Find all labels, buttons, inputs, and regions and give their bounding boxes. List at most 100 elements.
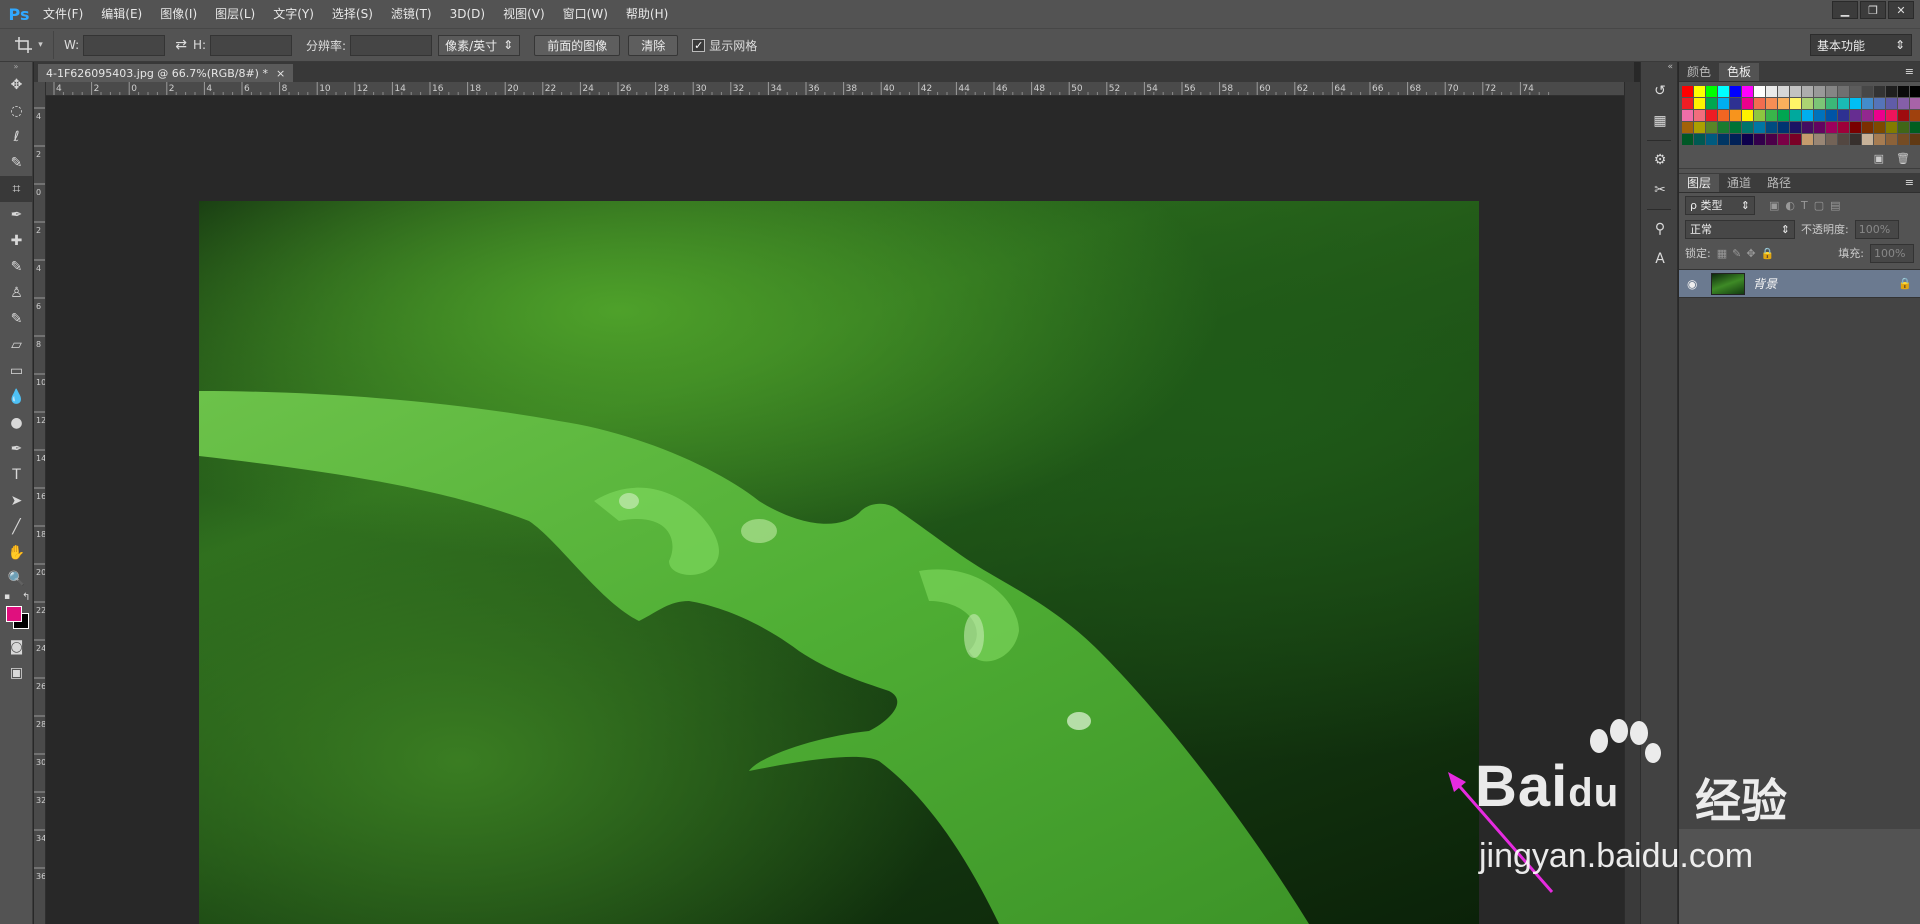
history-icon[interactable]: ↺ — [1641, 76, 1679, 106]
minimize-button[interactable]: ▁ — [1832, 1, 1858, 19]
swatch[interactable] — [1790, 110, 1801, 121]
swatch[interactable] — [1682, 110, 1693, 121]
swatch[interactable] — [1718, 98, 1729, 109]
collapse-icon[interactable]: » — [0, 62, 32, 72]
swatch[interactable] — [1886, 110, 1897, 121]
swatch[interactable] — [1778, 110, 1789, 121]
swatch[interactable] — [1742, 122, 1753, 133]
swatch[interactable] — [1874, 86, 1885, 97]
unit-select[interactable]: 像素/英寸 ⇕ — [438, 34, 521, 56]
swatch[interactable] — [1826, 110, 1837, 121]
swatch[interactable] — [1886, 122, 1897, 133]
swatch[interactable] — [1826, 134, 1837, 145]
width-input[interactable] — [83, 34, 166, 56]
close-tab-icon[interactable]: × — [276, 67, 285, 80]
menu-item-5[interactable]: 选择(S) — [323, 0, 382, 28]
swatch[interactable] — [1790, 98, 1801, 109]
swatch[interactable] — [1910, 122, 1920, 133]
menu-item-6[interactable]: 滤镜(T) — [382, 0, 441, 28]
swatch[interactable] — [1766, 86, 1777, 97]
swatch[interactable] — [1790, 86, 1801, 97]
tab-color[interactable]: 颜色 — [1679, 63, 1719, 81]
opacity-input[interactable]: 100% — [1854, 219, 1899, 239]
swatch[interactable] — [1766, 98, 1777, 109]
line-icon[interactable]: ╱ — [0, 514, 33, 540]
swatch[interactable] — [1802, 122, 1813, 133]
document-image[interactable] — [199, 201, 1479, 924]
crop-tool-preset[interactable]: ▾ — [4, 31, 54, 59]
canvas-area[interactable] — [47, 97, 1624, 924]
swatch[interactable] — [1754, 98, 1765, 109]
swatch[interactable] — [1802, 110, 1813, 121]
blur-icon[interactable]: 💧 — [0, 384, 33, 410]
clear-button[interactable]: 清除 — [628, 34, 679, 56]
swatch[interactable] — [1838, 134, 1849, 145]
vertical-ruler[interactable]: 4 2 0 2 4 6 8 10 12 14 16 18 20 22 24 26 28 30 32 34 36 — [34, 82, 46, 924]
swatch[interactable] — [1706, 110, 1717, 121]
swatch[interactable] — [1874, 122, 1885, 133]
swatch[interactable] — [1814, 122, 1825, 133]
swatch[interactable] — [1766, 134, 1777, 145]
fill-input[interactable]: 100% — [1870, 243, 1914, 263]
swatch[interactable] — [1706, 86, 1717, 97]
type-icon[interactable]: T — [0, 462, 33, 488]
swatch[interactable] — [1718, 86, 1729, 97]
menu-item-1[interactable]: 编辑(E) — [92, 0, 151, 28]
marquee-icon[interactable]: ◌ — [0, 98, 33, 124]
swatch[interactable] — [1754, 134, 1765, 145]
adjust-icon[interactable]: ⚙ — [1641, 145, 1679, 175]
swatch[interactable] — [1886, 86, 1897, 97]
delete-swatch-icon[interactable]: 🗑 — [1896, 152, 1910, 165]
lasso-icon[interactable]: ℓ — [0, 124, 33, 150]
swatch[interactable] — [1838, 98, 1849, 109]
menu-item-2[interactable]: 图像(I) — [151, 0, 206, 28]
swatch[interactable] — [1694, 134, 1705, 145]
swatch[interactable] — [1790, 134, 1801, 145]
new-swatch-icon[interactable]: ▣ — [1874, 152, 1884, 165]
brush-icon[interactable]: ✎ — [0, 254, 33, 280]
swatch[interactable] — [1802, 86, 1813, 97]
swatch[interactable] — [1802, 98, 1813, 109]
swap-icon[interactable]: ⇄ — [175, 37, 187, 53]
swatch[interactable] — [1706, 134, 1717, 145]
swatch[interactable] — [1898, 134, 1909, 145]
swatch[interactable] — [1754, 86, 1765, 97]
swatch[interactable] — [1910, 86, 1920, 97]
swatch[interactable] — [1718, 122, 1729, 133]
swatch[interactable] — [1682, 134, 1693, 145]
menu-item-0[interactable]: 文件(F) — [34, 0, 92, 28]
swatch[interactable] — [1742, 86, 1753, 97]
dodge-icon[interactable]: ● — [0, 410, 33, 436]
swatch[interactable] — [1850, 122, 1861, 133]
eyedropper-icon[interactable]: ✒ — [0, 202, 33, 228]
history-brush-icon[interactable]: ✎ — [0, 306, 33, 332]
move-icon[interactable]: ✥ — [0, 72, 33, 98]
document-tab[interactable]: 4-1F626095403.jpg @ 66.7%(RGB/8#) * × — [38, 64, 294, 82]
height-input[interactable] — [210, 34, 293, 56]
blend-mode-select[interactable]: 正常 ⇕ — [1685, 219, 1795, 239]
path-select-icon[interactable]: ➤ — [0, 488, 33, 514]
properties-icon[interactable]: ▦ — [1641, 106, 1679, 136]
swatch[interactable] — [1862, 122, 1873, 133]
menu-item-7[interactable]: 3D(D) — [441, 0, 494, 28]
swap-colors-icon[interactable]: ↰ — [22, 592, 30, 603]
swatch[interactable] — [1742, 98, 1753, 109]
hand-icon[interactable]: ✋ — [0, 540, 33, 566]
tab-paths[interactable]: 路径 — [1759, 174, 1799, 192]
menu-item-10[interactable]: 帮助(H) — [617, 0, 677, 28]
show-grid-checkbox[interactable]: ✓ — [692, 38, 706, 52]
workspace-select[interactable]: 基本功能 ⇕ — [1810, 34, 1912, 56]
swatch[interactable] — [1766, 110, 1777, 121]
swatch[interactable] — [1898, 122, 1909, 133]
swatch[interactable] — [1862, 134, 1873, 145]
swatch[interactable] — [1838, 122, 1849, 133]
tab-swatches[interactable]: 色板 — [1719, 63, 1760, 81]
gradient-icon[interactable]: ▭ — [0, 358, 33, 384]
swatch[interactable] — [1778, 86, 1789, 97]
layer-row-background[interactable]: ◉ 背景 🔒 — [1679, 270, 1920, 298]
swatch[interactable] — [1838, 86, 1849, 97]
swatch[interactable] — [1814, 110, 1825, 121]
front-image-button[interactable]: 前面的图像 — [534, 34, 621, 56]
screen-mode-icon[interactable]: ▣ — [0, 660, 33, 686]
swatch[interactable] — [1910, 134, 1920, 145]
